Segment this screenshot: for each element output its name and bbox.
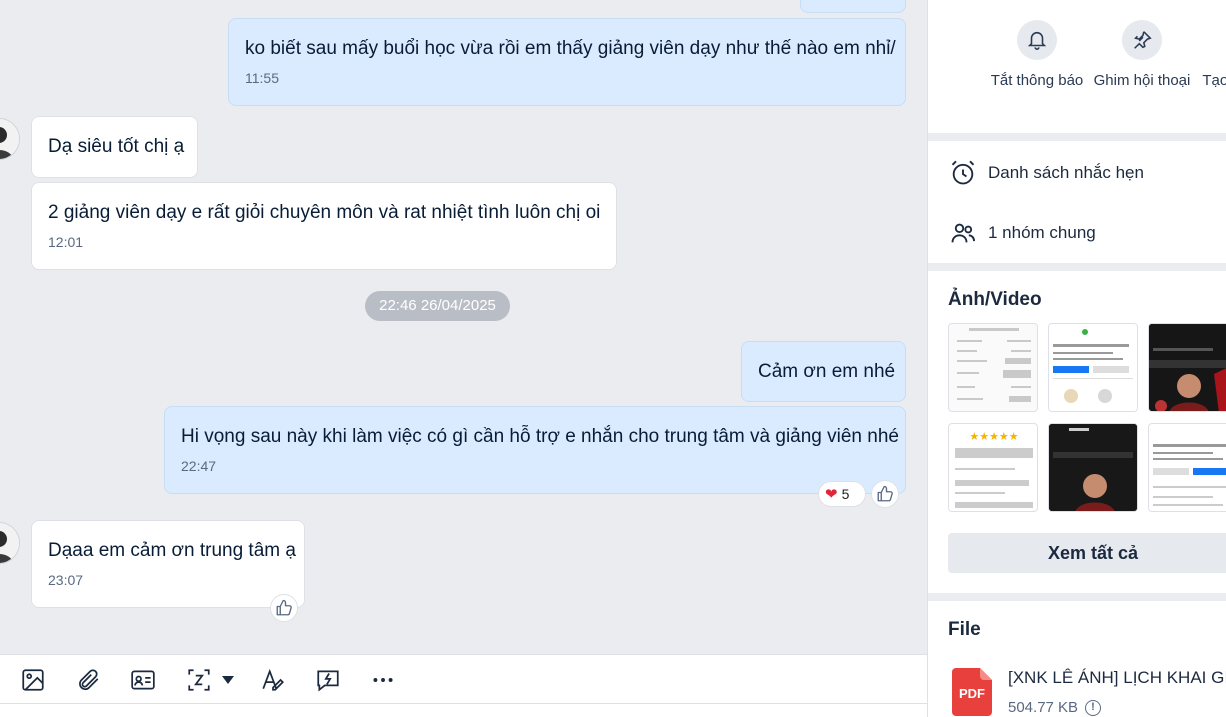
quick-action-label: Tạo nhóm trò: [1202, 72, 1226, 89]
thumbs-up-icon: [877, 485, 893, 502]
message-bubble-received[interactable]: Dạ siêu tốt chị ạ: [31, 116, 198, 178]
message-bubble-sent[interactable]: Hi vọng sau này khi làm việc có gì cần h…: [164, 406, 906, 494]
quick-message-icon: [317, 670, 339, 692]
users-icon: [948, 218, 978, 248]
contact-card-icon: [131, 670, 155, 690]
file-info-icon[interactable]: !: [1085, 700, 1101, 716]
media-thumbnail[interactable]: [1148, 323, 1226, 412]
message-bubble-received[interactable]: 2 giảng viên dạy e rất giỏi chuyên môn v…: [31, 182, 617, 270]
media-thumbnail[interactable]: [1048, 423, 1138, 512]
quick-message-button[interactable]: [313, 665, 343, 695]
image-icon: [22, 669, 44, 691]
reminder-list-item[interactable]: Danh sách nhắc hẹn: [948, 158, 1144, 188]
message-text: Hi vọng sau này khi làm việc có gì cần h…: [181, 426, 899, 447]
pin-icon: [1122, 20, 1162, 60]
message-time: 12:01: [48, 234, 84, 250]
screenshot-icon: [188, 669, 210, 691]
message-text: 2 giảng viên dạy e rất giỏi chuyên môn v…: [48, 202, 601, 223]
message-time: 23:07: [48, 572, 84, 588]
send-image-button[interactable]: [18, 665, 48, 695]
text-format-icon: [262, 668, 284, 691]
message-text: ko biết sau mấy buổi học vừa rồi em thấy…: [245, 38, 896, 59]
more-options-button[interactable]: [368, 665, 398, 695]
message-text: Dạaa em cảm ơn trung tâm ạ: [48, 540, 296, 561]
like-reaction-button[interactable]: [871, 480, 899, 508]
message-text: Cảm ơn em nhé: [758, 361, 896, 382]
message-time: 22:47: [181, 458, 217, 474]
conversation-info-panel: Tắt thông báo Ghim hội thoại Tạo nhóm tr…: [928, 0, 1226, 717]
media-thumbnail[interactable]: [948, 323, 1038, 412]
avatar[interactable]: [0, 118, 20, 160]
quick-action-label: Ghim hội thoại: [1093, 72, 1191, 89]
svg-text:★★★★★: ★★★★★: [969, 430, 1018, 443]
see-all-media-button[interactable]: Xem tất cả: [948, 533, 1226, 573]
media-thumbnail[interactable]: [1048, 323, 1138, 412]
section-separator: [928, 133, 1226, 141]
more-icon: [373, 678, 393, 682]
file-name[interactable]: [XNK LÊ ÁNH] LỊCH KHAI GIẢNG: [1008, 668, 1226, 688]
like-reaction-button[interactable]: [270, 594, 298, 622]
message-text: Dạ siêu tốt chị ạ: [48, 136, 185, 157]
section-separator: [928, 593, 1226, 601]
chat-panel: ko biết sau mấy buổi học vừa rồi em thấy…: [0, 0, 928, 654]
file-type-label: PDF: [959, 686, 985, 701]
section-separator: [928, 263, 1226, 271]
bell-icon: [1017, 20, 1057, 60]
attach-icon: [79, 669, 99, 691]
text-format-button[interactable]: [258, 665, 288, 695]
reminder-list-label: Danh sách nhắc hẹn: [988, 163, 1144, 182]
file-section-title: File: [948, 619, 981, 640]
message-bubble-received[interactable]: Dạaa em cảm ơn trung tâm ạ 23:07: [31, 520, 305, 608]
common-groups-label: 1 nhóm chung: [988, 223, 1096, 242]
reaction-count: 5: [841, 486, 850, 502]
composer-toolbar: [0, 654, 928, 704]
media-thumbnail[interactable]: ★★★★★: [948, 423, 1038, 512]
heart-reaction-icon: ❤: [825, 486, 838, 503]
common-groups-item[interactable]: 1 nhóm chung: [948, 218, 1096, 248]
caret-down-icon: [222, 676, 234, 684]
mute-notifications-action[interactable]: Tắt thông báo: [982, 20, 1092, 92]
screenshot-button[interactable]: [184, 665, 214, 695]
media-section-title: Ảnh/Video: [948, 289, 1042, 310]
media-thumbnail[interactable]: [1148, 423, 1226, 512]
file-size: 504.77 KB: [1008, 699, 1079, 716]
message-bubble-sent[interactable]: Cảm ơn em nhé: [741, 341, 906, 402]
reaction-summary[interactable]: ❤ 5: [818, 481, 866, 507]
date-separator: 22:46 26/04/2025: [365, 291, 510, 321]
screenshot-options-dropdown[interactable]: [216, 665, 240, 695]
create-group-action[interactable]: Tạo nhóm trò: [1192, 20, 1226, 92]
pin-conversation-action[interactable]: Ghim hội thoại: [1087, 20, 1197, 92]
thumbs-up-icon: [276, 599, 292, 616]
alarm-clock-icon: [948, 158, 978, 188]
message-input-area[interactable]: [0, 704, 928, 717]
send-contact-button[interactable]: [128, 665, 158, 695]
message-bubble-sent[interactable]: ko biết sau mấy buổi học vừa rồi em thấy…: [228, 18, 906, 106]
avatar[interactable]: [0, 522, 20, 564]
message-bubble-partial[interactable]: [800, 0, 906, 13]
attach-file-button[interactable]: [73, 665, 103, 695]
message-time: 11:55: [245, 70, 279, 86]
quick-action-label: Tắt thông báo: [990, 72, 1084, 89]
